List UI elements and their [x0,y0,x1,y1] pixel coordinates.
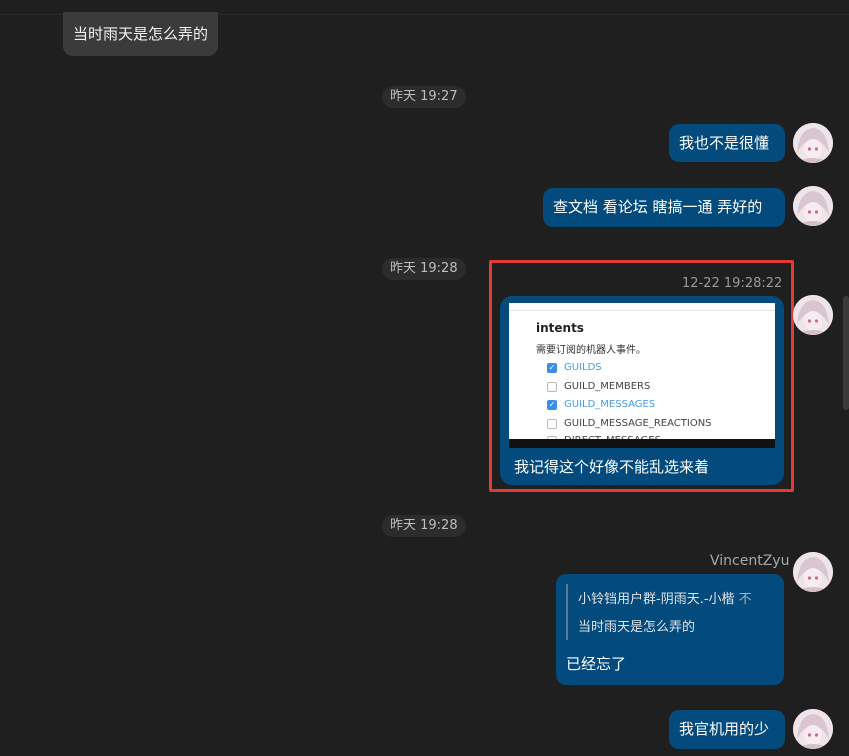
outgoing-message[interactable]: 我官机用的少 [669,710,785,749]
anime-avatar-icon [793,295,833,335]
screenshot-subtitle: 需要订阅的机器人事件。 [536,345,646,356]
reply-message[interactable]: 小铃铛用户群-阴雨天.-小楷 不 当时雨天是怎么弄的 已经忘了 [556,574,784,685]
intent-option-label: GUILDS [564,362,602,373]
outgoing-message-text: 查文档 看论坛 瞎搞一通 弄好的 [553,198,763,216]
quote-header: 小铃铛用户群-阴雨天.-小楷 不 [578,588,752,607]
incoming-message-text: 当时雨天是怎么弄的 [73,25,209,43]
avatar[interactable] [793,123,833,163]
scrollbar-thumb[interactable] [843,296,849,410]
anime-avatar-icon [793,186,833,226]
time-separator: 昨天 19:27 [382,86,466,108]
checkbox-icon [547,418,557,429]
time-separator: 昨天 19:28 [382,515,466,537]
intent-option-label: GUILD_MEMBERS [564,381,651,392]
avatar[interactable] [793,552,833,592]
intent-option: GUILD_MEMBERS [547,381,650,392]
screenshot-divider [509,310,775,311]
intent-option: ✓ GUILD_MESSAGES [547,399,655,410]
checkbox-icon [547,381,557,392]
outgoing-message-text: 我官机用的少 [679,720,770,738]
intent-option-label: GUILD_MESSAGES [564,399,656,410]
reply-text: 已经忘了 [566,655,627,673]
quote-source: 小铃铛用户群-阴雨天.-小楷 [578,592,735,607]
quote-text: 当时雨天是怎么弄的 [578,620,696,635]
time-separator-text: 昨天 19:28 [390,261,458,276]
message-timestamp: 12-22 19:28:22 [682,276,783,291]
image-attachment[interactable]: intents 需要订阅的机器人事件。 ✓ GUILDS GUILD_MEMBE… [509,303,775,448]
screenshot-title: intents [536,321,584,335]
intent-option-label: GUILD_MESSAGE_REACTIONS [564,418,712,429]
image-caption: 我记得这个好像不能乱选来着 [514,458,710,476]
intent-option: ✓ GUILDS [547,362,602,373]
avatar[interactable] [793,186,833,226]
quoted-message[interactable]: 小铃铛用户群-阴雨天.-小楷 不 当时雨天是怎么弄的 [566,584,776,640]
sender-name: VincentZyu [710,553,790,569]
outgoing-message[interactable]: 查文档 看论坛 瞎搞一通 弄好的 [543,188,785,227]
incoming-message[interactable]: 当时雨天是怎么弄的 [63,12,219,56]
time-separator: 昨天 19:28 [382,258,466,280]
image-message[interactable]: intents 需要订阅的机器人事件。 ✓ GUILDS GUILD_MEMBE… [500,296,784,485]
checkbox-icon: ✓ [547,362,557,373]
anime-avatar-icon [793,709,833,749]
checkbox-icon: ✓ [547,399,557,410]
avatar[interactable] [793,295,833,335]
outgoing-message-text: 我也不是很懂 [679,134,770,152]
intent-option: GUILD_MESSAGE_REACTIONS [547,418,712,429]
time-separator-text: 昨天 19:28 [390,518,458,533]
anime-avatar-icon [793,123,833,163]
anime-avatar-icon [793,552,833,592]
avatar[interactable] [793,709,833,749]
screenshot-bottom-bar [509,439,775,448]
quote-more: 不 [738,592,752,607]
time-separator-text: 昨天 19:27 [390,89,458,104]
outgoing-message[interactable]: 我也不是很懂 [669,124,785,162]
